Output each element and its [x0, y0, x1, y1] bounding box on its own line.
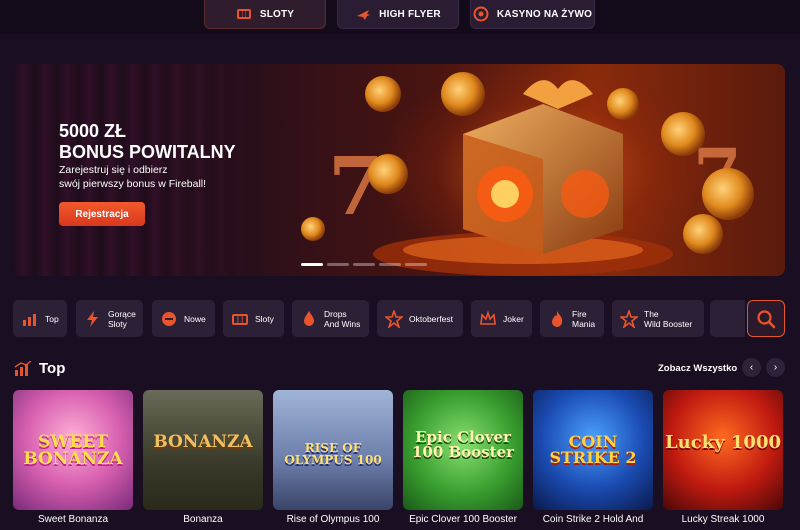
register-button[interactable]: Rejestracja: [59, 202, 145, 226]
slot-machine-icon: [236, 9, 251, 19]
game-card-sweet-bonanza[interactable]: SWEET BONANZA: [13, 390, 133, 510]
roulette-icon: [473, 6, 489, 22]
next-arrow-button[interactable]: ›: [766, 358, 785, 377]
see-all-link[interactable]: Zobacz Wszystko: [658, 363, 737, 374]
category-fire-mania[interactable]: Fire Mania: [540, 300, 604, 337]
star-icon: [385, 309, 403, 328]
chevron-left-icon: ‹: [749, 362, 754, 373]
category-hot-slots[interactable]: Gorące Sloty: [76, 300, 143, 337]
plane-icon: [357, 10, 371, 20]
top-navigation: SLOTY HIGH FLYER KASYNO NA ŻYWO: [0, 0, 800, 34]
game-title[interactable]: Rise of Olympus 100: [273, 514, 393, 525]
lightning-icon: [87, 310, 98, 327]
game-card-lucky-streak[interactable]: Lucky 1000: [663, 390, 783, 510]
star-icon: [620, 309, 638, 328]
game-card-coin-strike[interactable]: COIN STRIKE 2: [533, 390, 653, 510]
category-label: Top: [45, 313, 59, 324]
game-logo: Lucky 1000: [665, 432, 781, 453]
tab-live-casino[interactable]: KASYNO NA ŻYWO: [470, 0, 595, 29]
game-title[interactable]: Sweet Bonanza: [13, 514, 133, 525]
hero-title: 5000 ZŁ BONUS POWITALNY: [59, 121, 236, 162]
tab-label: KASYNO NA ŻYWO: [496, 8, 593, 20]
category-top[interactable]: Top: [13, 300, 67, 337]
game-logo: COIN STRIKE 2: [549, 432, 637, 467]
gift-box-illustration: 7 7: [301, 72, 754, 276]
game-title[interactable]: Coin Strike 2 Hold And: [533, 514, 653, 525]
game-title[interactable]: Lucky Streak 1000: [663, 514, 783, 525]
category-label: Drops And Wins: [324, 308, 361, 329]
section-title: Top: [39, 360, 66, 377]
game-card-bonanza[interactable]: BONANZA: [143, 390, 263, 510]
category-joker[interactable]: Joker: [471, 300, 532, 337]
hero-subtitle: Zarejestruj się i odbierz swój pierwszy …: [59, 164, 207, 190]
game-title[interactable]: Epic Clover 100 Booster: [403, 514, 523, 525]
carousel-dot[interactable]: [327, 263, 349, 266]
category-drops-and-wins[interactable]: Drops And Wins: [292, 300, 369, 337]
drops-icon: [304, 310, 314, 326]
category-bar: Top Gorące Sloty Nowe Sloty Drops And Wins…: [13, 300, 745, 337]
chart-icon: [23, 313, 36, 326]
category-label: Joker: [503, 313, 524, 324]
crown-icon: [480, 309, 496, 325]
tab-high-flyer[interactable]: HIGH FLYER: [337, 0, 459, 29]
category-label: Oktoberfest: [409, 313, 453, 324]
category-label: Sloty: [255, 313, 274, 324]
game-logo: RISE OF OLYMPUS 100: [284, 441, 382, 467]
category-new[interactable]: Nowe: [152, 300, 215, 337]
category-label: Fire Mania: [572, 308, 596, 329]
category-oktoberfest[interactable]: Oktoberfest: [377, 300, 463, 337]
game-logo: SWEET BONANZA: [23, 432, 123, 469]
carousel-dots: [301, 263, 427, 266]
category-label: Nowe: [184, 313, 206, 324]
carousel-dot[interactable]: [301, 263, 323, 266]
search-icon: [757, 309, 776, 328]
game-logo: Epic Clover 100 Booster: [411, 428, 515, 461]
carousel-dot[interactable]: [353, 263, 375, 266]
tab-label: SLOTY: [259, 8, 295, 20]
tab-sloty[interactable]: SLOTY: [204, 0, 326, 29]
hero-banner[interactable]: 7 7 5000 ZŁ BONUS POWITALNY Zarejestruj …: [13, 64, 785, 276]
slot-machine-icon: [232, 313, 248, 325]
carousel-dot[interactable]: [405, 263, 427, 266]
carousel-dot[interactable]: [379, 263, 401, 266]
prev-arrow-button[interactable]: ‹: [742, 358, 761, 377]
game-card-epic-clover[interactable]: Epic Clover 100 Booster: [403, 390, 523, 510]
game-card-rise-of-olympus[interactable]: RISE OF OLYMPUS 100: [273, 390, 393, 510]
chart-icon: [14, 361, 32, 376]
game-logo: BONANZA: [153, 432, 253, 452]
new-badge-icon: [162, 311, 176, 326]
tab-label: HIGH FLYER: [379, 8, 441, 20]
category-more[interactable]: [710, 300, 745, 337]
game-title[interactable]: Bonanza: [143, 514, 263, 525]
fire-icon: [552, 310, 563, 327]
category-slots[interactable]: Sloty: [223, 300, 284, 337]
category-label: Gorące Sloty: [108, 308, 136, 329]
category-label: The Wild Booster: [644, 308, 693, 329]
category-wild-booster[interactable]: The Wild Booster: [612, 300, 704, 337]
chevron-right-icon: ›: [773, 362, 778, 373]
search-button[interactable]: [747, 300, 785, 337]
